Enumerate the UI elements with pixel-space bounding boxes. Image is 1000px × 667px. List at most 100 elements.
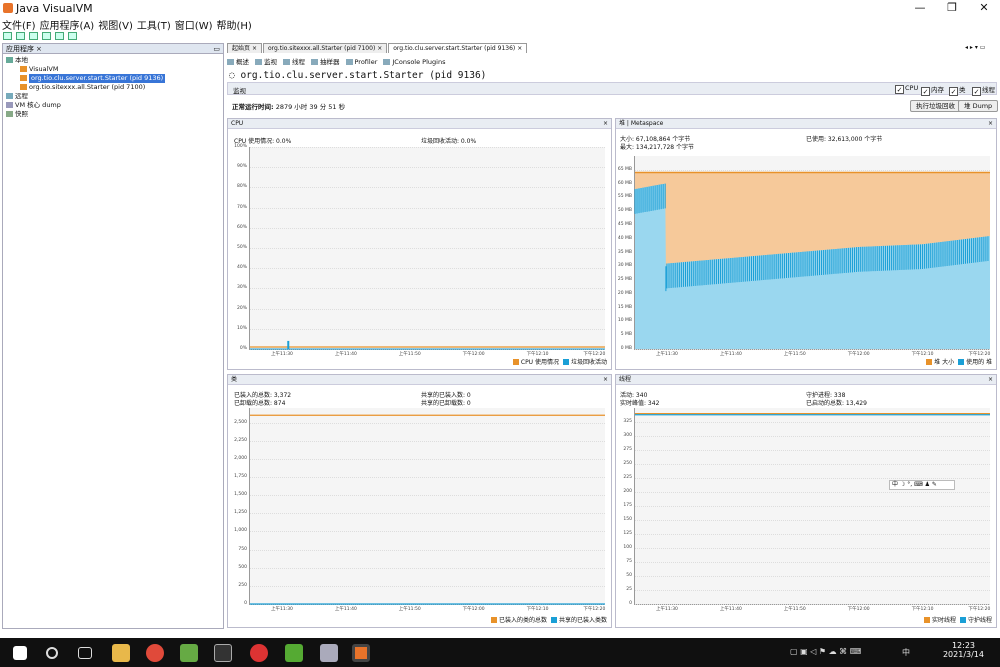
menu-bar: 文件(F) 应用程序(A) 视图(V) 工具(T) 窗口(W) 帮助(H) — [0, 17, 1000, 32]
tab-scroll-icon[interactable]: ◂ ▸ ▾ ▭ — [965, 44, 985, 51]
app-icon[interactable] — [320, 644, 338, 662]
checkbox-cpu[interactable]: ✓ CPU — [895, 84, 918, 94]
heap-panel-header: 堆 | Metaspace × — [616, 119, 996, 129]
maximize-button[interactable]: ❐ — [937, 1, 967, 15]
add-remote-host-icon[interactable] — [42, 32, 51, 40]
tab-close-icon[interactable]: × — [252, 45, 257, 52]
browser-icon[interactable] — [250, 644, 268, 662]
perform-gc-button[interactable]: 执行垃圾回收 — [910, 100, 961, 112]
tab-close-icon[interactable]: × — [517, 45, 522, 52]
cpu-panel-header: CPU × — [228, 119, 611, 129]
view-subtabs: 概述 监视 线程 抽样器 Profiler JConsole Plugins — [227, 56, 451, 66]
subtab-monitor[interactable]: 监视 — [255, 56, 277, 66]
x-tick-label: 下午12:00 — [847, 607, 870, 612]
tree-node-visualvm[interactable]: VisualVM — [3, 65, 223, 74]
save-icon[interactable] — [16, 32, 25, 40]
tab-metaspace[interactable]: Metaspace — [631, 120, 664, 127]
heap-chart: 0 MB 5 MB 10 MB 15 MB 20 MB 25 MB 30 MB 35 MB 40… — [618, 156, 990, 357]
checkbox-classes[interactable]: ✓ 类 — [949, 84, 966, 96]
chrome-icon[interactable] — [146, 644, 164, 662]
checkbox-threads[interactable]: ✓ 线程 — [972, 84, 995, 96]
minimize-panel-icon[interactable]: ▭ — [213, 44, 220, 54]
subtab-sampler[interactable]: 抽样器 — [311, 56, 340, 66]
tree-node-clu-server[interactable]: org.tio.clu.server.start.Starter (pid 91… — [3, 74, 223, 83]
tree-node-sitexxx[interactable]: org.tio.sitexxx.all.Starter (pid 7100) — [3, 83, 223, 92]
classes-unloaded-total: 已卸载的总数: 874 — [234, 400, 286, 407]
file-explorer-icon[interactable] — [112, 644, 130, 662]
x-tick-label: 下午12:20 — [583, 607, 606, 612]
wechat-icon[interactable] — [285, 644, 303, 662]
heap-dump-button[interactable]: 堆 Dump — [958, 100, 999, 112]
applications-panel: 应用程序 × ▭ 本地 VisualVM org.tio.clu.server.… — [2, 43, 224, 629]
x-tick-label: 上午11:30 — [270, 607, 293, 612]
plugin-icon — [383, 59, 391, 65]
overview-icon — [227, 59, 234, 65]
clock[interactable]: 12:23 2021/3/14 — [943, 641, 984, 659]
title-bar: Java VisualVM — ❐ ✕ — [0, 0, 1000, 17]
chart-svg — [634, 171, 990, 349]
classes-panel-header: 类 × — [228, 375, 611, 385]
subtab-jconsole-plugins[interactable]: JConsole Plugins — [383, 58, 445, 66]
tab-clu-server[interactable]: org.tio.clu.server.start.Starter (pid 91… — [388, 43, 528, 53]
y-tick-label: 0% — [239, 346, 247, 351]
close-icon[interactable]: × — [603, 119, 608, 129]
y-tick-label: 100 — [623, 545, 632, 550]
y-tick-label: 35 MB — [617, 249, 632, 255]
add-jmx-icon[interactable] — [29, 32, 38, 40]
y-tick-label: 80% — [236, 184, 247, 190]
tree-node-core-dump[interactable]: VM 核心 dump — [3, 101, 223, 110]
threads-started-total: 已启动的总数: 13,429 — [806, 400, 867, 407]
close-window-button[interactable]: ✕ — [969, 1, 999, 15]
monitor-label: 监视 — [233, 87, 246, 95]
x-tick-label: 下午12:00 — [462, 352, 485, 357]
tree-node-remote[interactable]: 远程 — [3, 92, 223, 101]
y-tick-label: 2,000 — [234, 455, 247, 461]
core-dump-icon[interactable] — [68, 32, 77, 40]
applications-title: 应用程序 — [6, 45, 34, 53]
visualvm-taskbar-icon[interactable] — [352, 644, 370, 662]
y-tick-label: 65 MB — [617, 166, 632, 172]
remote-icon — [6, 93, 13, 99]
tab-heap[interactable]: 堆 — [619, 120, 625, 127]
tab-close-icon[interactable]: × — [377, 45, 382, 52]
document-tabs: 起始页 × org.tio.sitexxx.all.Starter (pid 71… — [227, 43, 528, 54]
open-icon[interactable] — [3, 32, 12, 40]
close-icon[interactable]: × — [603, 375, 608, 385]
tree-node-snapshots[interactable]: 快照 — [3, 110, 223, 119]
terminal-icon[interactable] — [214, 644, 232, 662]
tab-sitexxx[interactable]: org.tio.sitexxx.all.Starter (pid 7100) × — [262, 43, 388, 53]
notepad-plus-icon[interactable] — [180, 644, 198, 662]
tree-node-local[interactable]: 本地 — [3, 56, 223, 65]
snapshot-icon[interactable] — [55, 32, 64, 40]
search-icon[interactable] — [46, 647, 58, 659]
cpu-spike-bar — [287, 340, 290, 349]
subtab-profiler[interactable]: Profiler — [345, 58, 377, 66]
minimize-button[interactable]: — — [905, 1, 935, 15]
y-tick-label: 15 MB — [617, 304, 632, 310]
y-tick-label: 75 — [626, 559, 632, 564]
task-view-icon[interactable] — [78, 647, 92, 659]
close-icon[interactable]: × — [988, 375, 993, 385]
close-icon[interactable]: × — [988, 119, 993, 129]
main-area: 起始页 × org.tio.sitexxx.all.Starter (pid 71… — [227, 43, 999, 629]
subtab-threads[interactable]: 线程 — [283, 56, 305, 66]
checkbox-memory[interactable]: ✓ 内存 — [921, 84, 944, 96]
applications-close-button[interactable]: × — [36, 44, 42, 54]
tab-start-page[interactable]: 起始页 × — [227, 43, 262, 53]
y-tick-label: 125 — [623, 531, 632, 536]
tray-icons[interactable]: ▢ ▣ ◁ ⚑ ☁ ⌘ ⌨ — [790, 647, 861, 656]
y-tick-label: 50 MB — [617, 208, 632, 214]
y-tick-label: 325 — [623, 419, 632, 424]
applications-header: 应用程序 × ▭ — [3, 44, 223, 54]
classes-chart: 0 250 500 750 1,000 1,250 1,500 1,750 2,000 2,250… — [234, 408, 605, 612]
ime-indicator[interactable]: 中 — [902, 647, 910, 658]
gc-activity: 垃圾回收活动: 0.0% — [421, 138, 477, 145]
y-tick-label: 45 MB — [617, 221, 632, 227]
y-tick-label: 100% — [234, 144, 247, 149]
subtab-overview[interactable]: 概述 — [227, 56, 249, 66]
x-tick-label: 上午11:40 — [334, 352, 357, 357]
y-tick-label: 250 — [238, 582, 247, 588]
ime-toolbar[interactable]: 中 ☽ °, ⌨ ♟ ✎ — [889, 480, 955, 490]
y-tick-label: 50% — [236, 245, 247, 250]
windows-start-icon[interactable] — [13, 646, 27, 660]
